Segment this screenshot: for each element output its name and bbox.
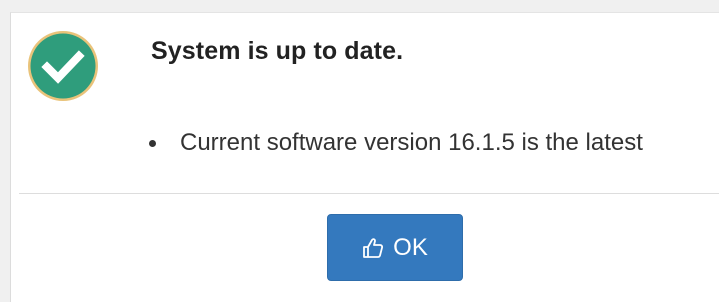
divider (19, 193, 719, 194)
list-item: Current software version 16.1.5 is the l… (141, 125, 643, 161)
update-status-dialog: System is up to date. Current software v… (10, 12, 719, 302)
ok-button[interactable]: OK (327, 214, 463, 281)
bullet-icon (149, 140, 156, 147)
dialog-title: System is up to date. (151, 37, 404, 65)
thumbs-up-icon (362, 237, 384, 259)
version-message: Current software version 16.1.5 is the l… (180, 129, 643, 156)
details-list: Current software version 16.1.5 is the l… (141, 125, 643, 161)
check-circle-icon (28, 31, 98, 101)
ok-button-label: OK (393, 233, 428, 261)
